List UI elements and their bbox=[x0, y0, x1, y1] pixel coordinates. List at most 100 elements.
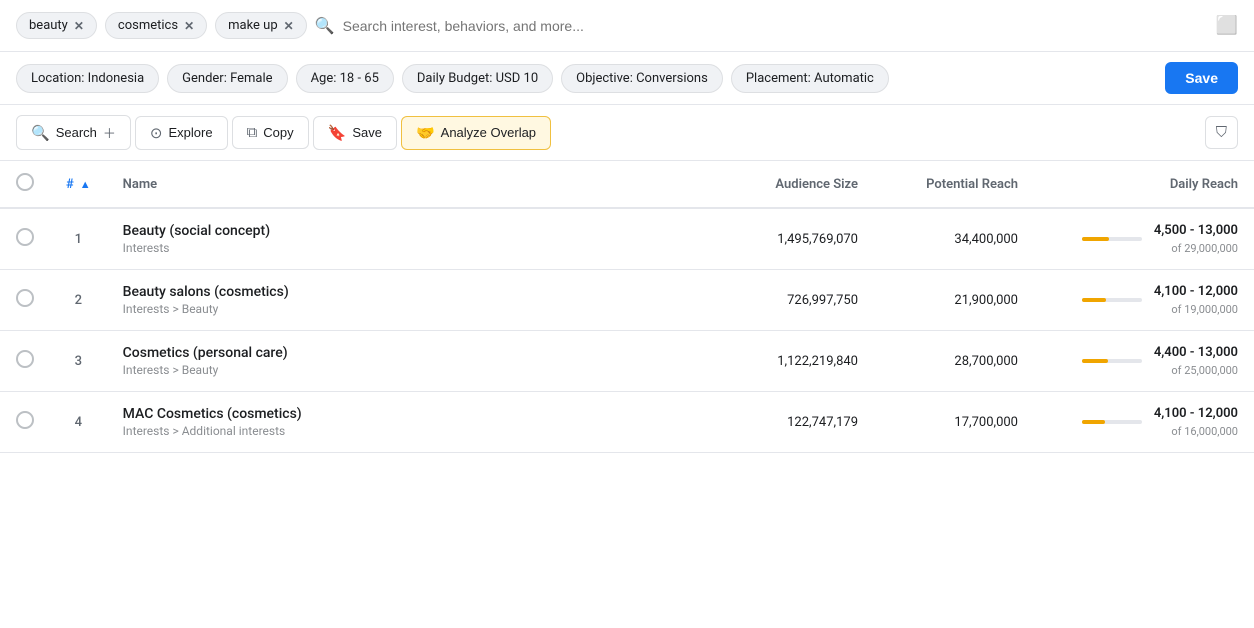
save-button-label: Save bbox=[352, 125, 382, 140]
search-icon: 🔍 bbox=[31, 124, 50, 142]
bar-fill-3 bbox=[1082, 420, 1105, 424]
bar-track-1 bbox=[1082, 298, 1142, 302]
cell-audience-3: 122,747,179 bbox=[714, 392, 874, 453]
results-table: # ▲ Name Audience Size Potential Reach D… bbox=[0, 161, 1254, 453]
cell-name-1: Beauty salons (cosmetics) Interests > Be… bbox=[107, 270, 714, 331]
search-button-label: Search bbox=[56, 125, 97, 140]
table-row: 3 Cosmetics (personal care) Interests > … bbox=[0, 331, 1254, 392]
copy-icon: ⧉ bbox=[247, 124, 258, 141]
filter-icon: ⛉ bbox=[1216, 124, 1227, 141]
copy-button-label: Copy bbox=[263, 125, 293, 140]
filter-button[interactable]: ⛉ bbox=[1205, 116, 1238, 149]
bar-track-2 bbox=[1082, 359, 1142, 363]
tag-label-cosmetics: cosmetics bbox=[118, 18, 178, 33]
tag-beauty: beauty ✕ bbox=[16, 12, 97, 39]
item-sub-3: Interests > Additional interests bbox=[123, 424, 698, 438]
bookmark-icon: 🔖 bbox=[328, 124, 347, 142]
cell-audience-0: 1,495,769,070 bbox=[714, 208, 874, 270]
filter-chip-age[interactable]: Age: 18 - 65 bbox=[296, 64, 394, 93]
cell-num-0: 1 bbox=[50, 208, 107, 270]
filter-bar: Location: Indonesia Gender: Female Age: 18… bbox=[0, 52, 1254, 105]
row-checkbox-0[interactable] bbox=[16, 228, 34, 246]
row-checkbox-1[interactable] bbox=[16, 289, 34, 307]
cell-checkbox-1 bbox=[0, 270, 50, 331]
analyze-overlap-button[interactable]: 🤝 Analyze Overlap bbox=[401, 116, 551, 150]
hash-icon: # bbox=[66, 177, 74, 192]
filter-chip-placement[interactable]: Placement: Automatic bbox=[731, 64, 889, 93]
cell-num-3: 4 bbox=[50, 392, 107, 453]
tag-remove-makeup[interactable]: ✕ bbox=[284, 19, 294, 33]
table-row: 1 Beauty (social concept) Interests 1,49… bbox=[0, 208, 1254, 270]
table-container: # ▲ Name Audience Size Potential Reach D… bbox=[0, 161, 1254, 453]
cell-num-2: 3 bbox=[50, 331, 107, 392]
save-button-top[interactable]: Save bbox=[1165, 62, 1238, 94]
explore-button[interactable]: ⊙ Explore bbox=[135, 116, 228, 150]
th-daily: Daily Reach bbox=[1034, 161, 1254, 208]
copy-button[interactable]: ⧉ Copy bbox=[232, 116, 309, 149]
cell-daily-2: 4,400 - 13,000 of 25,000,000 bbox=[1034, 331, 1254, 392]
cell-potential-2: 28,700,000 bbox=[874, 331, 1034, 392]
daily-range-1: 4,100 - 12,000 bbox=[1154, 284, 1238, 299]
tags-container: beauty✕cosmetics✕make up✕ bbox=[16, 12, 307, 39]
cell-name-2: Cosmetics (personal care) Interests > Be… bbox=[107, 331, 714, 392]
cell-audience-1: 726,997,750 bbox=[714, 270, 874, 331]
item-sub-2: Interests > Beauty bbox=[123, 363, 698, 377]
daily-range-2: 4,400 - 13,000 bbox=[1154, 345, 1238, 360]
table-row: 4 MAC Cosmetics (cosmetics) Interests > … bbox=[0, 392, 1254, 453]
item-sub-1: Interests > Beauty bbox=[123, 302, 698, 316]
top-bar: beauty✕cosmetics✕make up✕ 🔍 ⬜ bbox=[0, 0, 1254, 52]
bar-fill-1 bbox=[1082, 298, 1106, 302]
daily-range-3: 4,100 - 12,000 bbox=[1154, 406, 1238, 421]
plus-icon: ＋ bbox=[103, 123, 116, 142]
cell-potential-3: 17,700,000 bbox=[874, 392, 1034, 453]
tag-cosmetics: cosmetics ✕ bbox=[105, 12, 207, 39]
th-number: # ▲ bbox=[50, 161, 107, 208]
tag-label-beauty: beauty bbox=[29, 18, 68, 33]
save-button[interactable]: 🔖 Save bbox=[313, 116, 397, 150]
cell-checkbox-3 bbox=[0, 392, 50, 453]
th-audience: Audience Size bbox=[714, 161, 874, 208]
filter-chips-container: Location: Indonesia Gender: Female Age: 18… bbox=[16, 64, 889, 93]
tag-remove-beauty[interactable]: ✕ bbox=[74, 19, 84, 33]
search-icon-top: 🔍 bbox=[315, 16, 335, 35]
folder-icon[interactable]: ⬜ bbox=[1216, 15, 1238, 36]
item-sub-0: Interests bbox=[123, 241, 698, 255]
th-checkbox bbox=[0, 161, 50, 208]
item-name-2: Cosmetics (personal care) bbox=[123, 345, 698, 361]
explore-button-label: Explore bbox=[168, 125, 212, 140]
filter-chip-location[interactable]: Location: Indonesia bbox=[16, 64, 159, 93]
filter-chip-objective[interactable]: Objective: Conversions bbox=[561, 64, 723, 93]
filter-chip-budget[interactable]: Daily Budget: USD 10 bbox=[402, 64, 553, 93]
sort-icon[interactable]: ▲ bbox=[80, 178, 91, 191]
table-body: 1 Beauty (social concept) Interests 1,49… bbox=[0, 208, 1254, 453]
search-input-top[interactable] bbox=[343, 18, 1208, 34]
row-checkbox-2[interactable] bbox=[16, 350, 34, 368]
cell-checkbox-0 bbox=[0, 208, 50, 270]
cell-checkbox-2 bbox=[0, 331, 50, 392]
cell-daily-3: 4,100 - 12,000 of 16,000,000 bbox=[1034, 392, 1254, 453]
daily-of-3: of 16,000,000 bbox=[1171, 425, 1238, 438]
analyze-button-label: Analyze Overlap bbox=[441, 125, 536, 140]
cell-daily-1: 4,100 - 12,000 of 19,000,000 bbox=[1034, 270, 1254, 331]
th-name: Name bbox=[107, 161, 714, 208]
search-button[interactable]: 🔍 Search ＋ bbox=[16, 115, 131, 150]
item-name-0: Beauty (social concept) bbox=[123, 223, 698, 239]
select-all-checkbox[interactable] bbox=[16, 173, 34, 191]
daily-of-2: of 25,000,000 bbox=[1171, 364, 1238, 377]
cell-name-3: MAC Cosmetics (cosmetics) Interests > Ad… bbox=[107, 392, 714, 453]
daily-range-0: 4,500 - 13,000 bbox=[1154, 223, 1238, 238]
th-potential: Potential Reach bbox=[874, 161, 1034, 208]
toolbar: 🔍 Search ＋ ⊙ Explore ⧉ Copy 🔖 Save 🤝 Ana… bbox=[0, 105, 1254, 161]
table-row: 2 Beauty salons (cosmetics) Interests > … bbox=[0, 270, 1254, 331]
tag-remove-cosmetics[interactable]: ✕ bbox=[184, 19, 194, 33]
bar-fill-2 bbox=[1082, 359, 1108, 363]
bar-track-3 bbox=[1082, 420, 1142, 424]
cell-audience-2: 1,122,219,840 bbox=[714, 331, 874, 392]
cell-potential-1: 21,900,000 bbox=[874, 270, 1034, 331]
cell-num-1: 2 bbox=[50, 270, 107, 331]
analyze-icon: 🤝 bbox=[416, 124, 435, 142]
row-checkbox-3[interactable] bbox=[16, 411, 34, 429]
filter-chip-gender[interactable]: Gender: Female bbox=[167, 64, 287, 93]
bar-track-0 bbox=[1082, 237, 1142, 241]
bar-fill-0 bbox=[1082, 237, 1109, 241]
